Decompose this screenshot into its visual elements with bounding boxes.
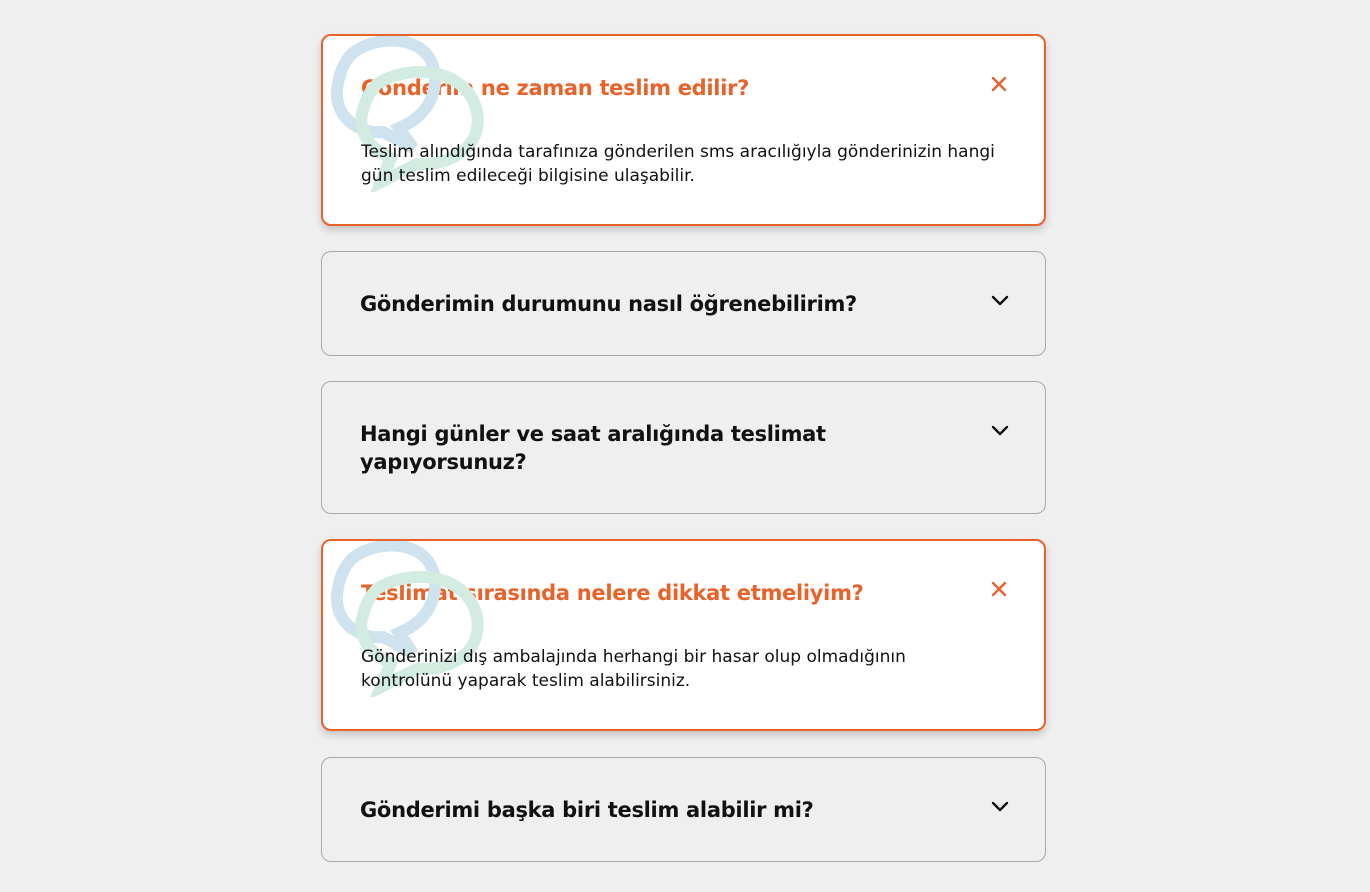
- faq-item[interactable]: Gönderim ne zaman teslim edilir? Teslim …: [321, 34, 1046, 226]
- faq-item[interactable]: Hangi günler ve saat aralığında teslimat…: [321, 381, 1046, 514]
- chevron-down-icon[interactable]: [989, 796, 1011, 818]
- faq-question[interactable]: Gönderimi başka biri teslim alabilir mi?: [360, 796, 920, 824]
- close-icon[interactable]: [988, 578, 1010, 600]
- faq-question[interactable]: Hangi günler ve saat aralığında teslimat…: [360, 420, 830, 476]
- chevron-down-icon[interactable]: [989, 420, 1011, 442]
- faq-question[interactable]: Teslimat sırasında nelere dikkat etmeliy…: [361, 579, 921, 607]
- faq-question[interactable]: Gönderim ne zaman teslim edilir?: [361, 74, 921, 102]
- faq-answer: Teslim alındığında tarafınıza gönderilen…: [361, 142, 995, 186]
- faq-item[interactable]: Gönderimin durumunu nasıl öğrenebilirim?: [321, 251, 1046, 356]
- faq-item[interactable]: Gönderimi başka biri teslim alabilir mi?: [321, 757, 1046, 862]
- faq-answer: Gönderinizi dış ambalajında herhangi bir…: [361, 647, 906, 691]
- chevron-down-icon[interactable]: [989, 290, 1011, 312]
- faq-item[interactable]: Teslimat sırasında nelere dikkat etmeliy…: [321, 539, 1046, 731]
- close-icon[interactable]: [988, 73, 1010, 95]
- faq-question[interactable]: Gönderimin durumunu nasıl öğrenebilirim?: [360, 290, 920, 318]
